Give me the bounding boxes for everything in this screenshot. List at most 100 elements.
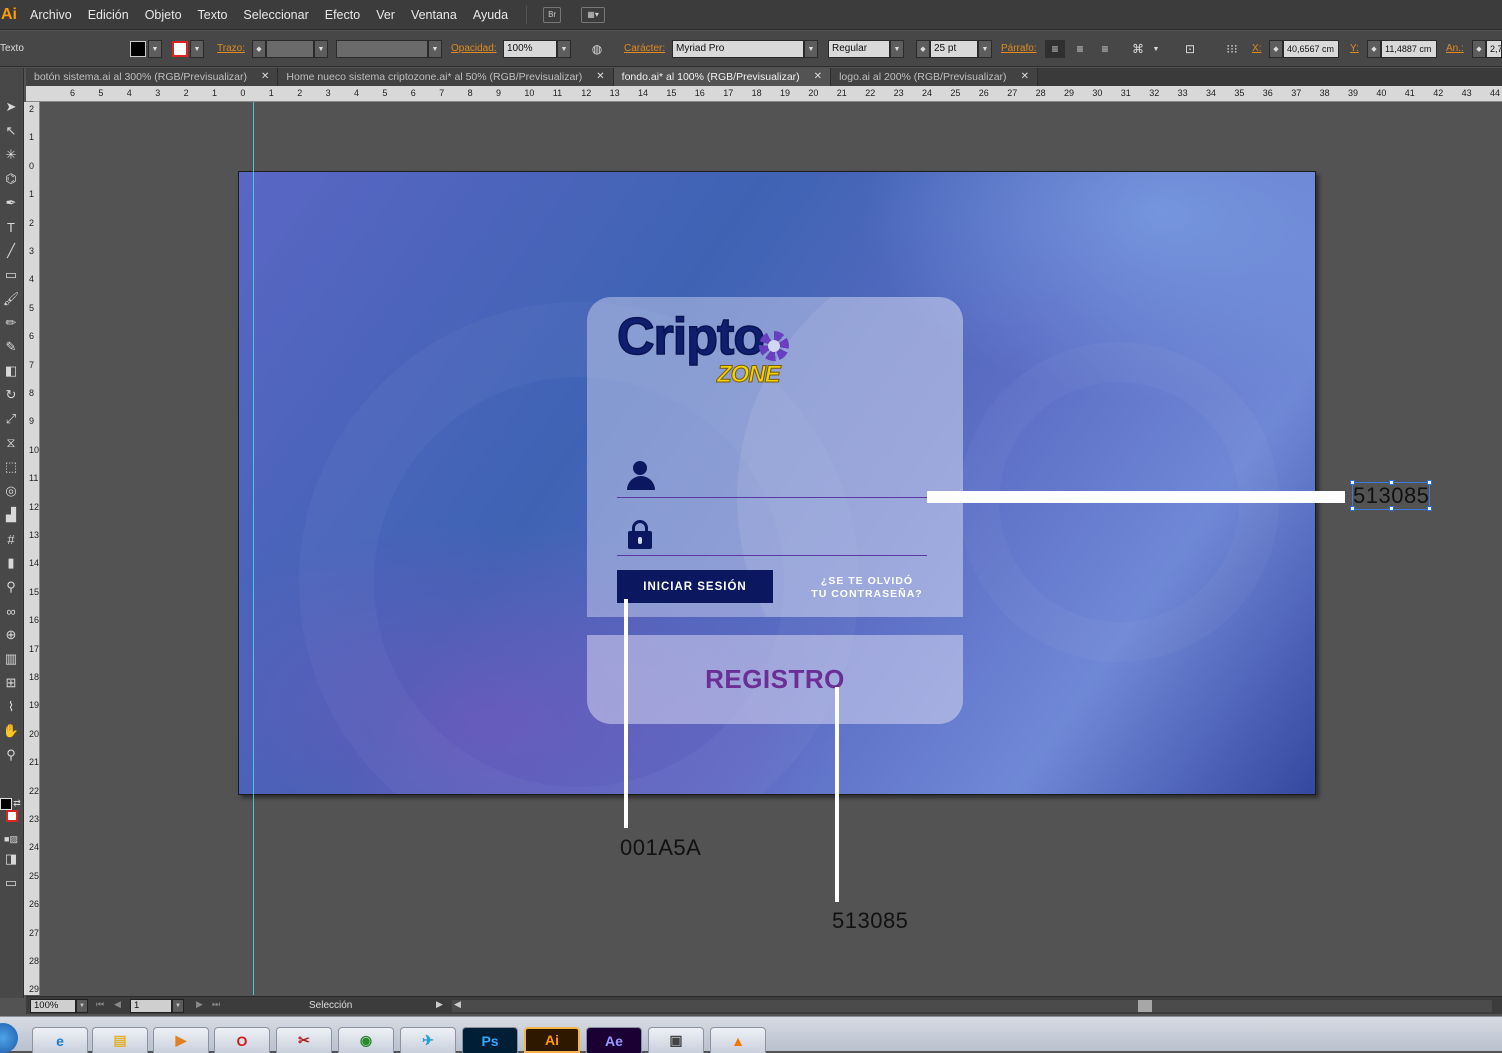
stroke-swatch-dropdown[interactable]: ▼ xyxy=(190,40,204,58)
status-menu-icon[interactable]: ▶ xyxy=(436,999,443,1010)
pen-tool-icon[interactable]: ✒ xyxy=(0,192,22,214)
menu-texto[interactable]: Texto xyxy=(190,0,236,30)
font-size-field[interactable]: 25 pt xyxy=(930,40,978,58)
font-size-stepper[interactable]: ◆ xyxy=(916,40,930,58)
stroke-weight-field[interactable] xyxy=(266,40,314,58)
menu-ventana[interactable]: Ventana xyxy=(403,0,465,30)
login-card[interactable]: Cripto ZONE INICIAR SESIÓN ¿SE TE OLVIDÓ… xyxy=(587,297,963,617)
eyedropper-tool-icon[interactable]: ⚲ xyxy=(0,576,22,598)
mesh-tool-icon[interactable]: # xyxy=(0,528,22,550)
selection-tool-icon[interactable]: ➤ xyxy=(0,96,22,118)
fill-dropdown[interactable]: ▼ xyxy=(148,40,162,58)
opera-icon[interactable]: O xyxy=(214,1027,270,1053)
stroke-weight-dropdown[interactable]: ▼ xyxy=(314,40,328,58)
pencil-tool-icon[interactable]: ✏ xyxy=(0,312,22,334)
close-icon[interactable]: ✕ xyxy=(596,68,604,86)
drawing-mode-icon[interactable]: ◨ xyxy=(0,848,22,870)
menu-seleccionar[interactable]: Seleccionar xyxy=(235,0,316,30)
scrollbar-thumb[interactable] xyxy=(1138,1000,1152,1012)
screen-mode-icon[interactable]: ▭ xyxy=(0,872,22,894)
menu-edicion[interactable]: Edición xyxy=(80,0,137,30)
forgot-password-link[interactable]: ¿SE TE OLVIDÓ TU CONTRASEÑA? xyxy=(797,575,937,601)
tab-logo[interactable]: logo.ai al 200% (RGB/Previsualizar) ✕ xyxy=(831,68,1038,86)
zoom-dropdown[interactable]: ▼ xyxy=(76,999,88,1013)
line-tool-icon[interactable]: ╱ xyxy=(0,240,22,262)
photoshop-icon[interactable]: Ps xyxy=(462,1027,518,1053)
vertical-ruler[interactable]: 2 1 0 1 2 3 4 5 6 7 8 9 10 11 12 13 14 15 16 17 18 19 20 21 22 23… xyxy=(24,102,40,995)
horizontal-scrollbar[interactable] xyxy=(452,1000,1492,1012)
blob-brush-tool-icon[interactable]: ✎ xyxy=(0,336,22,358)
menu-efecto[interactable]: Efecto xyxy=(317,0,368,30)
close-icon[interactable]: ✕ xyxy=(814,68,822,86)
first-artboard-icon[interactable]: ⏮ xyxy=(96,999,104,1010)
zoom-tool-icon[interactable]: ⚲ xyxy=(0,744,22,766)
callout-line-button[interactable] xyxy=(624,599,628,828)
opacity-field[interactable]: 100% xyxy=(503,40,557,58)
blend-tool-icon[interactable]: ∞ xyxy=(0,600,22,622)
variable-width-profile[interactable] xyxy=(336,40,428,58)
artboard-dropdown[interactable]: ▼ xyxy=(172,999,184,1013)
callout-text-field-color[interactable]: 513085 xyxy=(1353,483,1429,509)
media-player-icon[interactable]: ▶ xyxy=(153,1027,209,1053)
artboard-tool-icon[interactable]: ⊞ xyxy=(0,672,22,694)
after-effects-icon[interactable]: Ae xyxy=(586,1027,642,1053)
eraser-tool-icon[interactable]: ◧ xyxy=(0,360,22,382)
menu-archivo[interactable]: Archivo xyxy=(22,0,80,30)
app-icon[interactable]: ✂ xyxy=(276,1027,332,1053)
opacity-dropdown[interactable]: ▼ xyxy=(557,40,571,58)
tab-home-sistema[interactable]: Home nueco sistema criptozone.ai* al 50%… xyxy=(278,68,614,86)
opacity-label[interactable]: Opacidad: xyxy=(451,43,497,54)
rectangle-tool-icon[interactable]: ▭ xyxy=(0,264,22,286)
x-position-field[interactable]: 40,6567 cm xyxy=(1283,40,1339,58)
artboard[interactable]: Cripto ZONE INICIAR SESIÓN ¿SE TE OLVIDÓ… xyxy=(238,171,1316,795)
menu-objeto[interactable]: Objeto xyxy=(137,0,190,30)
type-tool-icon[interactable]: T xyxy=(0,216,22,238)
width-stepper[interactable]: ◆ xyxy=(1472,40,1486,58)
file-explorer-icon[interactable]: ▤ xyxy=(92,1027,148,1053)
gradient-tool-icon[interactable]: ▮ xyxy=(0,552,22,574)
align-right-icon[interactable]: ≡ xyxy=(1095,40,1115,58)
font-style-dropdown[interactable]: ▼ xyxy=(890,40,904,58)
stroke-weight-stepper[interactable]: ◆ xyxy=(252,40,266,58)
close-icon[interactable]: ✕ xyxy=(1021,68,1029,86)
illustrator-icon[interactable]: Ai xyxy=(524,1027,580,1053)
width-tool-icon[interactable]: ⧖ xyxy=(0,432,22,454)
lasso-tool-icon[interactable]: ⌬ xyxy=(0,168,22,190)
recolor-icon[interactable]: ◍ xyxy=(587,40,607,58)
font-family-dropdown[interactable]: ▼ xyxy=(804,40,818,58)
align-center-icon[interactable]: ≡ xyxy=(1070,40,1090,58)
paragraph-label[interactable]: Párrafo: xyxy=(1001,43,1037,54)
menu-ayuda[interactable]: Ayuda xyxy=(465,0,516,30)
vlc-icon[interactable]: ▲ xyxy=(710,1027,766,1053)
zoom-field[interactable]: 100% xyxy=(30,999,76,1013)
magic-wand-tool-icon[interactable]: ✳ xyxy=(0,144,22,166)
horizontal-ruler[interactable]: 6 5 4 3 2 1 0 1 2 3 4 5 6 7 8 9 10 11 12 13 14 15 16 17 18 19 20 21… xyxy=(26,86,1502,102)
chrome-icon[interactable]: ◉ xyxy=(338,1027,394,1053)
guide-line[interactable] xyxy=(253,102,254,995)
next-artboard-icon[interactable]: ▶ xyxy=(196,999,203,1010)
last-artboard-icon[interactable]: ⏭ xyxy=(212,999,220,1010)
callout-text-register-color[interactable]: 513085 xyxy=(832,908,908,934)
width-field[interactable]: 2,7 xyxy=(1486,40,1502,58)
color-mode-icon[interactable]: ■▨ xyxy=(0,828,22,850)
transform-icon[interactable]: ⊡ xyxy=(1180,40,1200,58)
canvas-area[interactable]: Cripto ZONE INICIAR SESIÓN ¿SE TE OLVIDÓ… xyxy=(41,102,1502,995)
scale-tool-icon[interactable]: ⤢ xyxy=(0,408,22,430)
y-position-field[interactable]: 11,4887 cm xyxy=(1381,40,1437,58)
register-card[interactable]: REGISTRO xyxy=(587,635,963,724)
y-stepper[interactable]: ◆ xyxy=(1367,40,1381,58)
tab-boton-sistema[interactable]: botón sistema.ai al 300% (RGB/Previsuali… xyxy=(26,68,279,86)
arrange-documents-button[interactable]: ▦▾ xyxy=(581,6,606,23)
profile-dropdown[interactable]: ▼ xyxy=(428,40,442,58)
photo-app-icon[interactable]: ▣ xyxy=(648,1027,704,1053)
telegram-icon[interactable]: ✈ xyxy=(400,1027,456,1053)
scroll-left-icon[interactable]: ◀ xyxy=(454,999,461,1010)
login-button[interactable]: INICIAR SESIÓN xyxy=(617,570,773,603)
character-label[interactable]: Carácter: xyxy=(624,43,665,54)
callout-text-button-color[interactable]: 001A5A xyxy=(620,835,701,861)
stroke-label[interactable]: Trazo: xyxy=(217,43,245,54)
close-icon[interactable]: ✕ xyxy=(261,68,269,86)
artboard-number-field[interactable]: 1 xyxy=(130,999,172,1013)
paintbrush-tool-icon[interactable]: 🖌 xyxy=(0,288,22,310)
free-transform-tool-icon[interactable]: ⬚ xyxy=(0,456,22,478)
